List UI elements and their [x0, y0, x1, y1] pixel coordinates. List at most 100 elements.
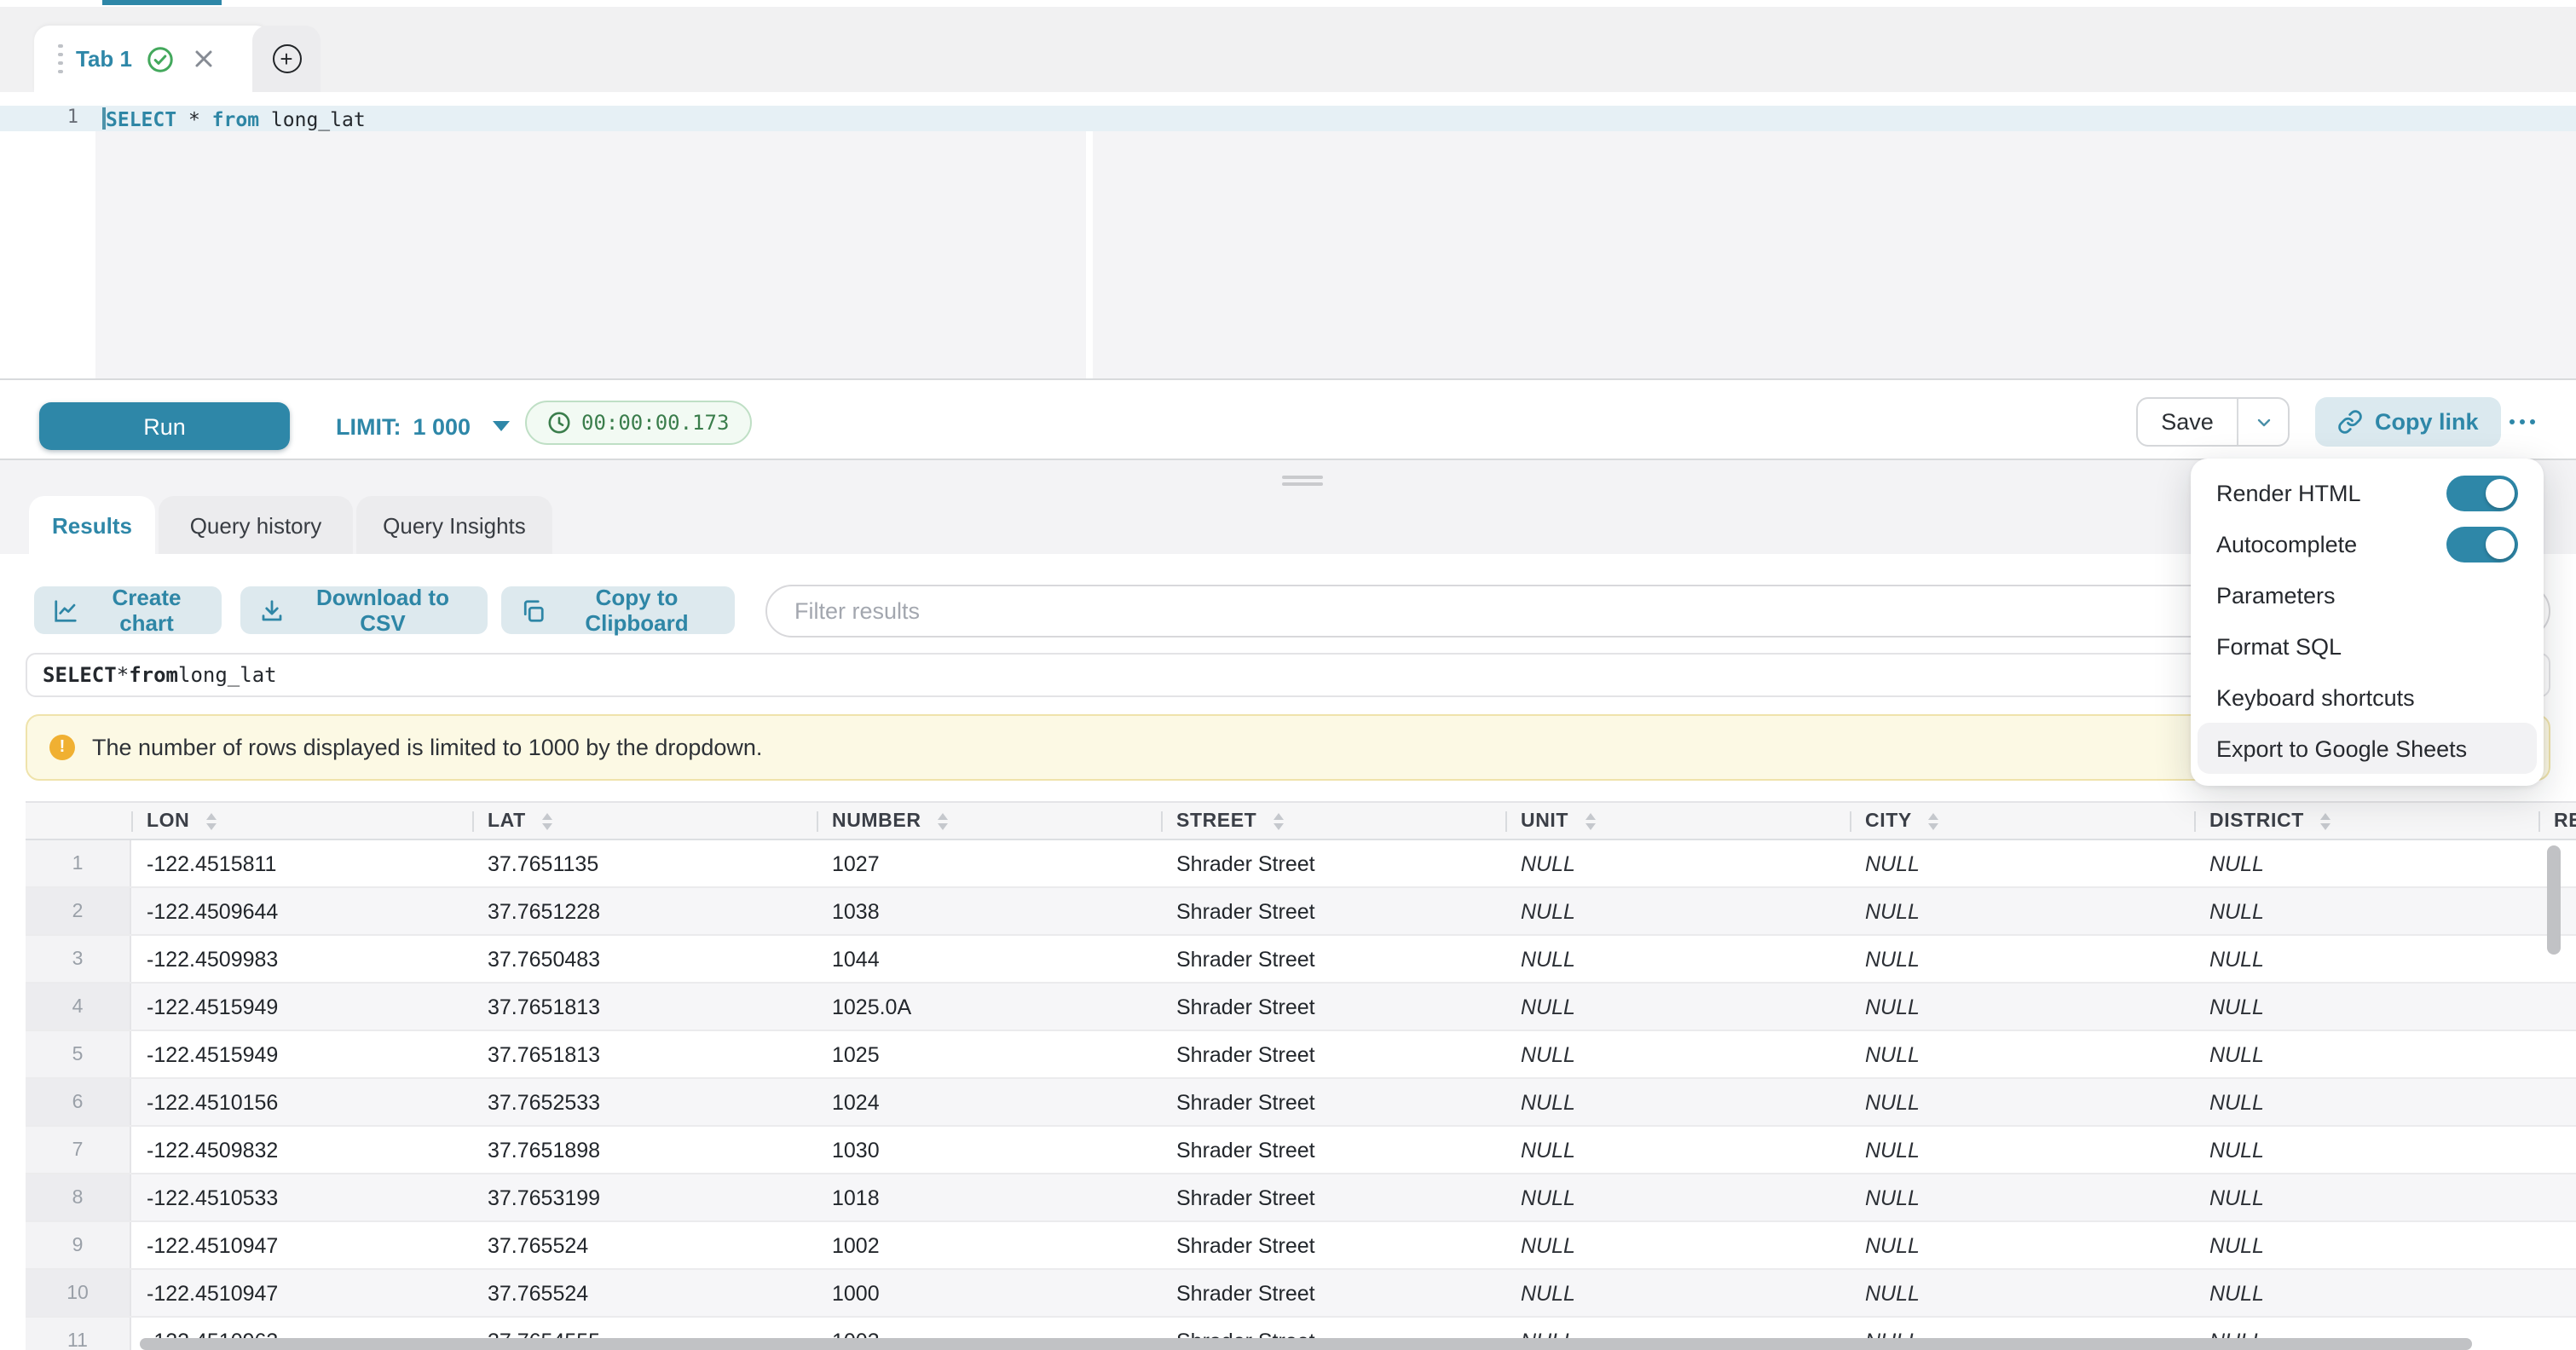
table-row: 2-122.450964437.76512281038Shrader Stree…: [26, 888, 2576, 936]
sort-icon[interactable]: [2321, 812, 2331, 829]
add-tab-button[interactable]: +: [252, 26, 321, 92]
splitter-handle[interactable]: [1282, 476, 1323, 486]
column-divider[interactable]: [131, 811, 133, 832]
tab-tab1[interactable]: Tab 1: [34, 26, 271, 92]
table-row: 10-122.451094737.7655241000Shrader Stree…: [26, 1270, 2576, 1318]
cell: NULL: [1505, 1174, 1850, 1220]
cell: Shrader Street: [1161, 1127, 1505, 1173]
copy-link-button[interactable]: Copy link: [2315, 397, 2501, 447]
column-divider[interactable]: [1505, 811, 1507, 832]
close-icon[interactable]: [193, 49, 212, 68]
column-header-district[interactable]: DISTRICT: [2194, 803, 2538, 839]
cell: -122.4509644: [131, 888, 472, 934]
menu-item-export-to-google-sheets[interactable]: Export to Google Sheets: [2198, 723, 2537, 774]
chart-icon: [53, 597, 78, 623]
run-button[interactable]: Run: [39, 402, 290, 450]
more-options-button[interactable]: [2496, 404, 2547, 438]
cell: Shrader Street: [1161, 1222, 1505, 1268]
cell: Shrader Street: [1161, 840, 1505, 886]
cell: NULL: [1505, 1079, 1850, 1125]
sort-icon[interactable]: [939, 812, 949, 829]
clock-icon: [547, 411, 571, 435]
cell: 1025.0A: [817, 984, 1161, 1030]
toggle-switch-autocomplete-on[interactable]: [2446, 526, 2518, 562]
limit-label: LIMIT:: [336, 413, 401, 439]
tab-query-history[interactable]: Query history: [159, 496, 353, 554]
cell: 37.7651228: [472, 888, 817, 934]
cell: NULL: [1850, 840, 2194, 886]
column-divider[interactable]: [817, 811, 818, 832]
column-header-lat[interactable]: LAT: [472, 803, 817, 839]
horizontal-scrollbar[interactable]: [140, 1338, 2472, 1350]
cell: NULL: [1505, 1127, 1850, 1173]
copy-to-clipboard-button[interactable]: Copy to Clipboard: [501, 586, 735, 634]
execution-timer-badge: 00:00:00.173: [525, 401, 751, 445]
cell: NULL: [2194, 1174, 2538, 1220]
sort-icon[interactable]: [1585, 812, 1596, 829]
menu-item-format-sql[interactable]: Format SQL: [2198, 620, 2537, 672]
action-label: Copy to Clipboard: [557, 585, 716, 636]
cell: NULL: [2194, 1079, 2538, 1125]
editor-pane-divider[interactable]: [1086, 131, 1093, 378]
action-label: Create chart: [90, 585, 203, 636]
sort-icon[interactable]: [1274, 812, 1284, 829]
sql-code-line[interactable]: SELECT * from long_lat: [106, 107, 366, 131]
cell: NULL: [1850, 1222, 2194, 1268]
sort-icon[interactable]: [543, 812, 553, 829]
menu-item-autocomplete[interactable]: Autocomplete: [2198, 518, 2537, 569]
column-header-city[interactable]: CITY: [1850, 803, 2194, 839]
column-header-unit[interactable]: UNIT: [1505, 803, 1850, 839]
save-button[interactable]: Save: [2138, 399, 2238, 445]
column-divider[interactable]: [2538, 811, 2540, 832]
cell: NULL: [1850, 1079, 2194, 1125]
column-divider[interactable]: [1850, 811, 1851, 832]
menu-item-parameters[interactable]: Parameters: [2198, 569, 2537, 620]
sql-keyword: from: [212, 107, 259, 131]
limit-warning-banner: ! The number of rows displayed is limite…: [26, 714, 2550, 781]
cell: Shrader Street: [1161, 936, 1505, 982]
cell: -122.4510533: [131, 1174, 472, 1220]
limit-dropdown[interactable]: LIMIT: 1 000: [336, 402, 510, 450]
cell: -122.4510947: [131, 1222, 472, 1268]
tab-query-insights[interactable]: Query Insights: [356, 496, 552, 554]
sql-editor[interactable]: 1 SELECT * from long_lat: [0, 92, 2576, 380]
table-row: 5-122.451594937.76518131025Shrader Stree…: [26, 1031, 2576, 1079]
editor-empty-area[interactable]: [95, 131, 2576, 378]
column-divider[interactable]: [1161, 811, 1163, 832]
menu-item-keyboard-shortcuts[interactable]: Keyboard shortcuts: [2198, 672, 2537, 723]
sort-icon[interactable]: [1929, 812, 1939, 829]
check-circle-icon: [146, 45, 173, 72]
column-header-lon[interactable]: LON: [131, 803, 472, 839]
column-header-re[interactable]: RE: [2538, 803, 2576, 839]
menu-item-label: Export to Google Sheets: [2216, 736, 2467, 761]
table-row: 9-122.451094737.7655241002Shrader Street…: [26, 1222, 2576, 1270]
drag-handle-icon[interactable]: [58, 44, 62, 74]
warning-text: The number of rows displayed is limited …: [92, 735, 762, 760]
row-number: 8: [26, 1174, 131, 1220]
download-to-csv-button[interactable]: Download to CSV: [240, 586, 488, 634]
cell: Shrader Street: [1161, 984, 1505, 1030]
cell: NULL: [2194, 1222, 2538, 1268]
cell: 1018: [817, 1174, 1161, 1220]
sort-icon[interactable]: [206, 812, 217, 829]
column-divider[interactable]: [2194, 811, 2196, 832]
menu-item-render-html[interactable]: Render HTML: [2198, 467, 2537, 518]
cell: 1027: [817, 840, 1161, 886]
create-chart-button[interactable]: Create chart: [34, 586, 222, 634]
cell: [2538, 1270, 2576, 1316]
row-number: 9: [26, 1222, 131, 1268]
vertical-scrollbar[interactable]: [2547, 845, 2561, 955]
tab-results[interactable]: Results: [29, 496, 155, 554]
row-number: 7: [26, 1127, 131, 1173]
column-divider[interactable]: [472, 811, 474, 832]
chevron-down-icon: [2253, 412, 2273, 432]
column-header-street[interactable]: STREET: [1161, 803, 1505, 839]
cell: -122.4515811: [131, 840, 472, 886]
sql-text: long_lat: [259, 107, 366, 131]
cell: 37.7651135: [472, 840, 817, 886]
save-options-button[interactable]: [2238, 399, 2288, 445]
cell: [2538, 984, 2576, 1030]
table-body: 1-122.451581137.76511351027Shrader Stree…: [26, 840, 2576, 1350]
toggle-switch-render-html-on[interactable]: [2446, 475, 2518, 511]
column-header-number[interactable]: NUMBER: [817, 803, 1161, 839]
